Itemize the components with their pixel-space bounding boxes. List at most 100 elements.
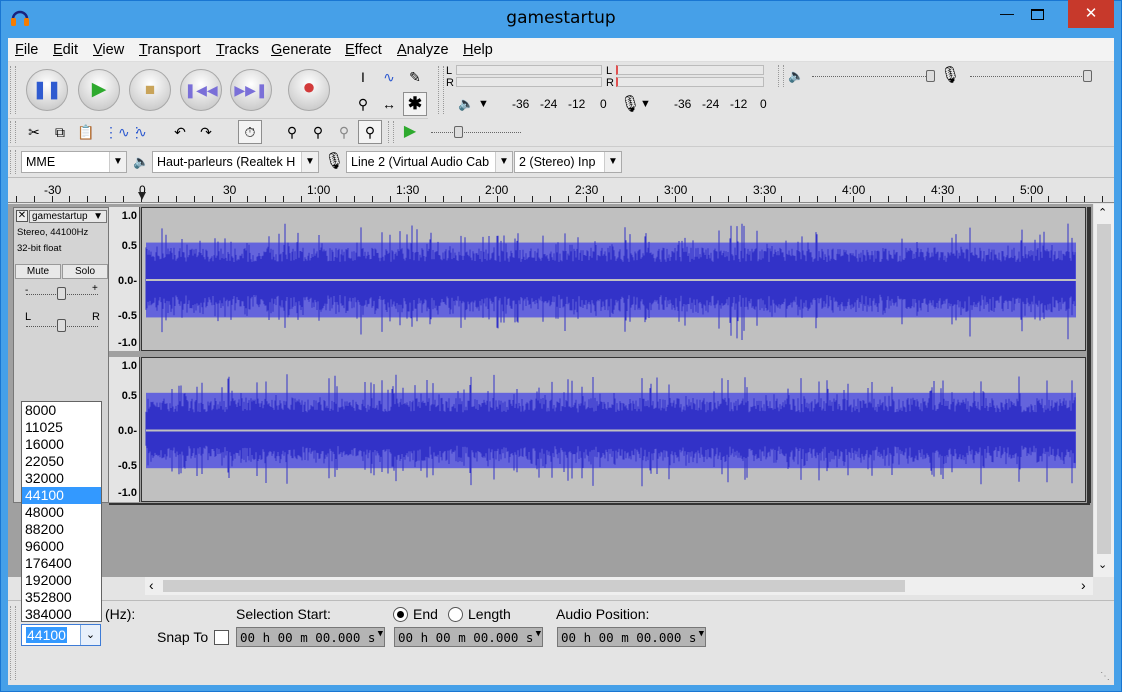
toolbar-grip[interactable] bbox=[10, 121, 16, 143]
dropdown-option[interactable]: 352800 bbox=[22, 589, 101, 606]
slider-thumb[interactable] bbox=[454, 126, 463, 138]
record-device-select[interactable]: Line 2 (Virtual Audio Cab ▼ bbox=[346, 151, 513, 173]
dropdown-option[interactable]: 88200 bbox=[22, 521, 101, 538]
toolbar-grip[interactable] bbox=[10, 606, 16, 680]
slider-thumb[interactable] bbox=[57, 287, 66, 300]
speaker-icon[interactable]: 🔈 bbox=[458, 96, 474, 112]
redo-icon[interactable]: ↷ bbox=[194, 120, 218, 144]
copy-icon[interactable]: ⧉ bbox=[48, 120, 72, 144]
close-button[interactable]: ✕ bbox=[1068, 0, 1114, 28]
dropdown-option[interactable]: 192000 bbox=[22, 572, 101, 589]
chevron-down-icon[interactable]: ⌄ bbox=[1098, 558, 1107, 571]
audio-position-field[interactable]: 00 h 00 m 00.000 s ▼ bbox=[557, 627, 706, 647]
menu-edit[interactable]: Edit bbox=[53, 42, 78, 58]
zoom-in-icon[interactable]: ⚲ bbox=[280, 120, 304, 144]
selection-start-field[interactable]: 00 h 00 m 00.000 s ▼ bbox=[236, 627, 385, 647]
toolbar-grip[interactable] bbox=[438, 66, 444, 114]
maximize-button[interactable] bbox=[1022, 0, 1052, 28]
chevron-down-icon[interactable]: ▼ bbox=[640, 98, 651, 110]
snap-to-checkbox[interactable] bbox=[214, 630, 229, 645]
menu-help[interactable]: Help bbox=[463, 42, 493, 58]
dropdown-option[interactable]: 8000 bbox=[22, 402, 101, 419]
close-track-icon[interactable]: ✕ bbox=[16, 210, 28, 222]
dropdown-option[interactable]: 48000 bbox=[22, 504, 101, 521]
waveform-right-channel[interactable] bbox=[141, 357, 1086, 502]
stop-button[interactable]: ■ bbox=[129, 69, 171, 111]
skip-to-end-button[interactable]: ▶▶❚ bbox=[230, 69, 272, 111]
play-head-icon[interactable] bbox=[138, 190, 146, 202]
playback-volume-slider[interactable] bbox=[812, 76, 932, 77]
selection-tool-icon[interactable]: I bbox=[351, 65, 375, 89]
silence-icon[interactable]: ∿— bbox=[129, 120, 153, 162]
trim-icon[interactable]: ⋮∿⋮ bbox=[103, 120, 144, 144]
speed-slider[interactable] bbox=[431, 132, 521, 133]
toolbar-grip[interactable] bbox=[10, 66, 16, 114]
solo-button[interactable]: Solo bbox=[62, 264, 108, 279]
menu-file[interactable]: File bbox=[15, 42, 38, 58]
zoom-out-icon[interactable]: ⚲ bbox=[306, 120, 330, 144]
slider-thumb[interactable] bbox=[57, 319, 66, 332]
dropdown-option[interactable]: 11025 bbox=[22, 419, 101, 436]
play-button[interactable]: ▶ bbox=[78, 69, 120, 111]
record-button[interactable]: ● bbox=[288, 69, 330, 111]
mute-button[interactable]: Mute bbox=[15, 264, 61, 279]
dropdown-option[interactable]: 96000 bbox=[22, 538, 101, 555]
cut-icon[interactable]: ✂ bbox=[22, 120, 46, 144]
track-menu-button[interactable]: gamestartup ▼ bbox=[29, 210, 107, 223]
play-at-speed-icon[interactable]: ▶ bbox=[398, 120, 422, 144]
chevron-left-icon[interactable]: ‹ bbox=[149, 577, 154, 593]
playback-meter-bar[interactable] bbox=[456, 65, 602, 75]
slider-thumb[interactable] bbox=[926, 70, 935, 82]
undo-icon[interactable]: ↶ bbox=[168, 120, 192, 144]
timeshift-tool-icon[interactable]: ↔ bbox=[377, 92, 401, 116]
fit-selection-icon[interactable]: ⚲ bbox=[332, 120, 356, 144]
minimize-button[interactable]: — bbox=[992, 0, 1022, 28]
envelope-tool-icon[interactable]: ∿ bbox=[377, 65, 401, 89]
sync-lock-icon[interactable]: ⏱ bbox=[238, 120, 262, 144]
dropdown-option[interactable]: 176400 bbox=[22, 555, 101, 572]
chevron-right-icon[interactable]: › bbox=[1081, 577, 1086, 593]
timeline-ruler[interactable]: -30 0 30 1:00 1:30 2:00 2:30 3:00 3:30 4… bbox=[8, 177, 1114, 203]
multi-tool-icon[interactable]: ✱ bbox=[403, 92, 427, 116]
scroll-thumb[interactable] bbox=[163, 580, 905, 592]
skip-to-start-button[interactable]: ❚◀◀ bbox=[180, 69, 222, 111]
menu-tracks[interactable]: Tracks bbox=[216, 42, 259, 58]
draw-tool-icon[interactable]: ✎ bbox=[403, 65, 427, 89]
menu-generate[interactable]: Generate bbox=[271, 42, 331, 58]
horizontal-scrollbar[interactable]: ‹ › bbox=[145, 577, 1093, 595]
project-rate-select[interactable]: 44100 ⌄ bbox=[21, 624, 101, 646]
slider-thumb[interactable] bbox=[1083, 70, 1092, 82]
dropdown-option[interactable]: 22050 bbox=[22, 453, 101, 470]
chevron-down-icon[interactable]: ▼ bbox=[478, 98, 489, 110]
toolbar-grip[interactable] bbox=[778, 65, 784, 87]
audio-host-select[interactable]: MME ▼ bbox=[21, 151, 127, 173]
dropdown-option[interactable]: 384000 bbox=[22, 606, 101, 623]
vertical-scrollbar[interactable]: ⌃ ⌄ bbox=[1094, 204, 1114, 577]
waveform-left-channel[interactable] bbox=[141, 207, 1086, 351]
microphone-icon[interactable]: 🎙 bbox=[620, 94, 640, 114]
dropdown-option[interactable]: 16000 bbox=[22, 436, 101, 453]
dropdown-option-selected[interactable]: 44100 bbox=[22, 487, 101, 504]
playback-meter-bar[interactable] bbox=[456, 77, 602, 87]
end-radio[interactable] bbox=[393, 607, 408, 622]
resize-grip-icon[interactable]: ⋱ bbox=[1100, 671, 1110, 682]
record-meter-bar[interactable] bbox=[616, 77, 764, 87]
menu-analyze[interactable]: Analyze bbox=[397, 42, 449, 58]
record-meter-bar[interactable] bbox=[616, 65, 764, 75]
zoom-tool-icon[interactable]: ⚲ bbox=[351, 92, 375, 116]
scroll-thumb[interactable] bbox=[1097, 224, 1111, 554]
length-radio[interactable] bbox=[448, 607, 463, 622]
toolbar-grip[interactable] bbox=[10, 150, 16, 174]
pause-button[interactable]: ❚❚ bbox=[26, 69, 68, 111]
fit-project-icon[interactable]: ⚲ bbox=[358, 120, 382, 144]
toolbar-grip[interactable] bbox=[388, 121, 394, 143]
chevron-up-icon[interactable]: ⌃ bbox=[1098, 206, 1107, 219]
selection-end-field[interactable]: 00 h 00 m 00.000 s ▼ bbox=[394, 627, 543, 647]
record-channels-select[interactable]: 2 (Stereo) Inp ▼ bbox=[514, 151, 622, 173]
dropdown-option[interactable]: 32000 bbox=[22, 470, 101, 487]
record-volume-slider[interactable] bbox=[970, 76, 1092, 77]
menu-view[interactable]: View bbox=[93, 42, 124, 58]
menu-transport[interactable]: Transport bbox=[139, 42, 201, 58]
paste-icon[interactable]: 📋 bbox=[74, 120, 98, 144]
playback-device-select[interactable]: Haut-parleurs (Realtek H ▼ bbox=[152, 151, 319, 173]
